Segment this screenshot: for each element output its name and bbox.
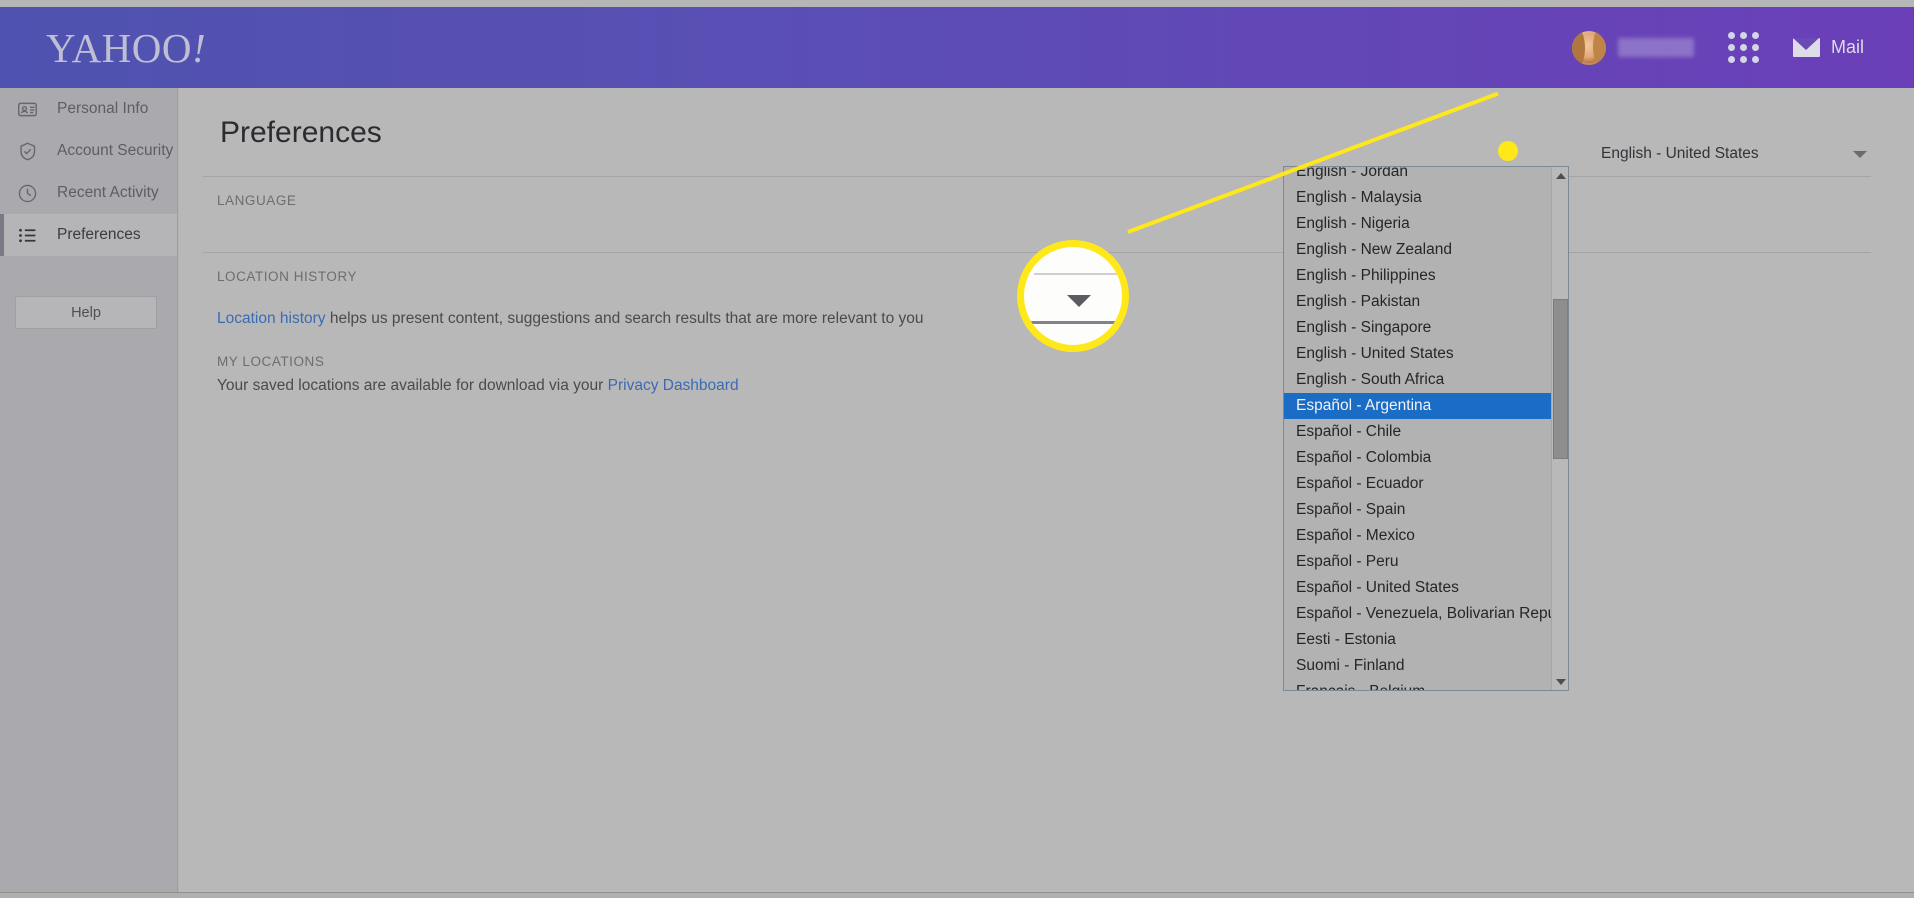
header-right-controls: Mail [1571,30,1864,65]
language-option[interactable]: Español - Ecuador [1284,471,1552,497]
help-button-wrap: Help [0,256,177,329]
language-option[interactable]: Eesti - Estonia [1284,627,1552,653]
privacy-dashboard-link[interactable]: Privacy Dashboard [608,377,739,394]
apps-dot [1751,32,1759,39]
page-bottom-edge [0,892,1914,898]
magnifier-line-bottom [1024,321,1122,324]
language-select-value: English - United States [1601,145,1759,162]
help-button[interactable]: Help [15,296,157,329]
sidebar-item-account-security[interactable]: Account Security [0,130,177,172]
shield-check-icon [17,141,38,162]
magnifier-chevron-down-icon [1067,295,1091,307]
apps-dot [1739,56,1747,63]
sidebar-item-personal-info[interactable]: Personal Info [0,88,177,130]
language-option[interactable]: Español - Mexico [1284,523,1552,549]
sidebar-item-preferences[interactable]: Preferences [0,214,177,256]
apps-grid-icon[interactable] [1727,32,1759,63]
sidebar-item-label: Recent Activity [57,184,159,201]
language-option[interactable]: English - Jordan [1284,167,1552,185]
language-option[interactable]: English - United States [1284,341,1552,367]
language-option[interactable]: English - New Zealand [1284,237,1552,263]
scroll-down-arrow-icon[interactable] [1552,673,1568,690]
envelope-icon [1792,38,1820,57]
list-icon [17,225,38,246]
mail-label: Mail [1830,37,1864,57]
apps-dot [1727,32,1735,39]
yahoo-logo-bang: ! [192,24,207,71]
apps-dot [1727,56,1735,63]
apps-dot [1751,56,1759,63]
magnifier-line-top [1034,273,1122,275]
chevron-down-icon[interactable] [1853,150,1867,158]
apps-dot [1751,44,1759,51]
sidebar-item-label: Account Security [57,142,174,159]
user-account-menu[interactable] [1571,30,1694,65]
yahoo-logo[interactable]: YAHOO! [46,24,206,72]
scrollbar-thumb[interactable] [1553,299,1568,459]
sidebar-item-recent-activity[interactable]: Recent Activity [0,172,177,214]
main-content: Preferences LANGUAGE LOCATION HISTORY Lo… [179,88,1914,898]
location-history-link[interactable]: Location history [217,310,326,327]
language-select[interactable]: English - United States [1601,145,1869,163]
scroll-up-glyph [1555,172,1566,179]
language-option[interactable]: Français - Belgium [1284,679,1552,690]
language-section-label: LANGUAGE [217,193,297,208]
mail-link[interactable]: Mail [1792,37,1864,58]
language-option[interactable]: Español - Chile [1284,419,1552,445]
apps-dot [1739,44,1747,51]
language-option[interactable]: English - Singapore [1284,315,1552,341]
language-option[interactable]: Español - United States [1284,575,1552,601]
apps-dot [1739,32,1747,39]
language-option[interactable]: English - South Africa [1284,367,1552,393]
my-locations-description: Your saved locations are available for d… [217,369,1914,395]
language-option-list: English - Jordan English - Malaysia Englis… [1284,167,1568,690]
sidebar-item-label: Personal Info [57,100,149,117]
top-chrome-strip [0,0,1914,7]
language-option[interactable]: Español - Peru [1284,549,1552,575]
language-option[interactable]: Español - Colombia [1284,445,1552,471]
language-option[interactable]: English - Malaysia [1284,185,1552,211]
sidebar-item-label: Preferences [57,226,141,243]
language-option[interactable]: Español - Venezuela, Bolivarian Republic… [1284,601,1568,627]
yahoo-header-bar: YAHOO! Mail [0,7,1914,88]
scroll-down-glyph [1555,678,1566,685]
language-option[interactable]: Español - Argentina [1284,393,1552,419]
language-row: LANGUAGE [217,177,1914,226]
language-option[interactable]: English - Pakistan [1284,289,1552,315]
avatar[interactable] [1571,30,1606,65]
language-option[interactable]: English - Philippines [1284,263,1552,289]
yahoo-logo-text: YAHOO [46,24,192,71]
magnifier-callout [1017,240,1129,352]
language-option[interactable]: English - Nigeria [1284,211,1552,237]
scroll-up-arrow-icon[interactable] [1552,167,1568,184]
language-option[interactable]: Español - Spain [1284,497,1552,523]
browser-page: YAHOO! Mail Personal Info Account Securi… [0,0,1914,898]
language-option[interactable]: Suomi - Finland [1284,653,1552,679]
sidebar: Personal Info Account Security Recent Ac… [0,88,178,898]
clock-icon [17,183,38,204]
username-redacted [1617,38,1694,57]
apps-dot [1727,44,1735,51]
location-history-text: helps us present content, suggestions an… [325,310,924,327]
language-dropdown-listbox[interactable]: English - Jordan English - Malaysia Englis… [1283,166,1569,691]
listbox-scrollbar[interactable] [1551,167,1568,690]
callout-endpoint-dot [1498,141,1518,161]
my-locations-text: Your saved locations are available for d… [217,377,608,394]
id-card-icon [17,99,38,120]
